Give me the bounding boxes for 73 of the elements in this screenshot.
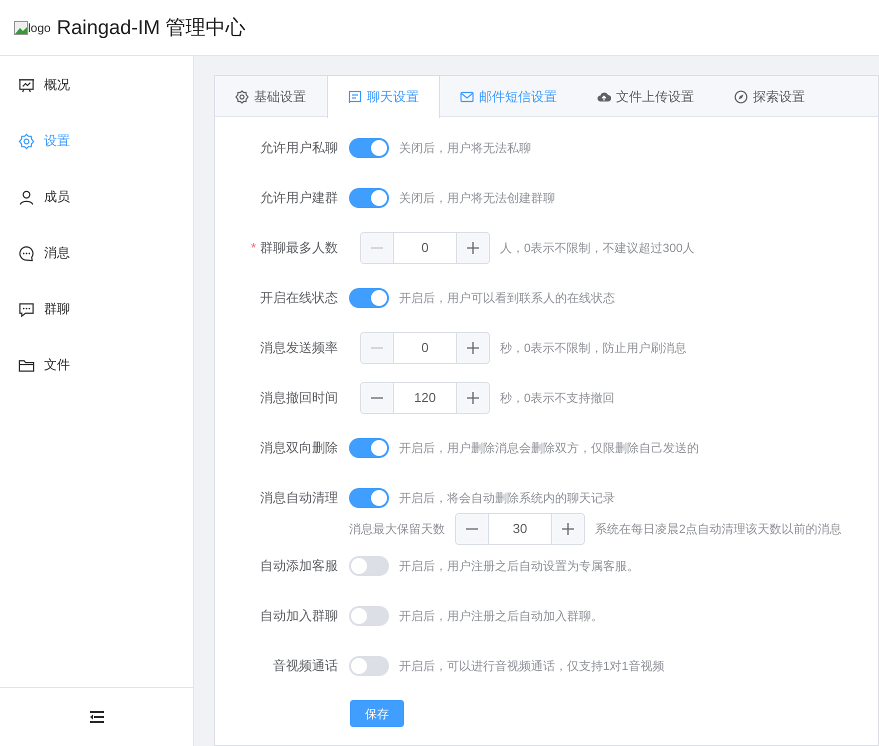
- number-stepper[interactable]: 0: [360, 232, 490, 264]
- plus-icon: [467, 342, 479, 354]
- mail-icon: [460, 90, 474, 104]
- minus-icon: [371, 397, 383, 399]
- minus-icon: [466, 528, 478, 530]
- minus-button[interactable]: [361, 383, 394, 413]
- field-label: 允许用户私聊: [260, 139, 338, 158]
- sidebar-item[interactable]: 群聊: [0, 281, 193, 337]
- number-stepper[interactable]: 120: [360, 382, 490, 414]
- number-stepper[interactable]: 30: [455, 513, 585, 545]
- message-box-icon: [18, 300, 35, 318]
- logo-alt-text: logo: [28, 20, 51, 36]
- hint-text: 开启后，可以进行音视频通话，仅支持1对1音视频: [399, 658, 664, 675]
- plus-icon: [562, 523, 574, 535]
- hint-text: 开启后，将会自动删除系统内的聊天记录: [399, 490, 615, 507]
- toggle-switch[interactable]: [349, 138, 389, 158]
- hint-text: 开启后，用户注册之后自动设置为专属客服。: [399, 558, 639, 575]
- field-label: 允许用户建群: [260, 189, 338, 208]
- sidebar-item[interactable]: 成员: [0, 169, 193, 225]
- chat-bubble-icon: [18, 244, 35, 262]
- hint-text: 秒，0表示不限制，防止用户刷消息: [500, 340, 687, 357]
- plus-icon: [467, 242, 479, 254]
- message-icon: [348, 90, 362, 104]
- toggle-switch[interactable]: [349, 556, 389, 576]
- hint-text: 系统在每日凌晨2点自动清理该天数以前的消息: [595, 521, 842, 538]
- minus-icon: [371, 347, 383, 349]
- settings-icon: [18, 132, 35, 150]
- field-label: 消息双向删除: [260, 439, 338, 458]
- field-label: 消息最大保留天数: [349, 521, 445, 538]
- compass-icon: [734, 90, 748, 104]
- field-label: 消息发送频率: [260, 339, 338, 358]
- minus-icon: [371, 247, 383, 249]
- toggle-switch[interactable]: [349, 288, 389, 308]
- plus-button[interactable]: [551, 514, 584, 544]
- sidebar-item[interactable]: 消息: [0, 225, 193, 281]
- hint-text: 秒，0表示不支持撤回: [500, 390, 615, 407]
- tab[interactable]: 基础设置: [215, 76, 327, 117]
- broken-image-icon: [14, 20, 28, 34]
- field-label: 开启在线状态: [260, 289, 338, 308]
- hint-text: 开启后，用户可以看到联系人的在线状态: [399, 290, 615, 307]
- settings-icon: [235, 90, 249, 104]
- number-stepper[interactable]: 0: [360, 332, 490, 364]
- hint-text: 开启后，用户注册之后自动加入群聊。: [399, 608, 603, 625]
- field-label: 音视频通话: [273, 657, 338, 676]
- menu-icon[interactable]: [90, 710, 104, 722]
- cloud-upload-icon: [597, 90, 611, 104]
- sidebar-item[interactable]: 概况: [0, 57, 193, 113]
- field-label: 消息自动清理: [260, 489, 338, 508]
- user-icon: [18, 188, 35, 206]
- field-label: 自动加入群聊: [260, 607, 338, 626]
- chart-board-icon: [18, 76, 35, 94]
- hint-text: 人，0表示不限制，不建议超过300人: [500, 240, 695, 257]
- tab[interactable]: 探索设置: [714, 76, 825, 117]
- toggle-switch[interactable]: [349, 438, 389, 458]
- plus-button[interactable]: [456, 383, 489, 413]
- toggle-switch[interactable]: [349, 188, 389, 208]
- toggle-switch[interactable]: [349, 606, 389, 626]
- minus-button[interactable]: [456, 514, 489, 544]
- field-label: 消息撤回时间: [260, 389, 338, 408]
- field-label: 自动添加客服: [260, 557, 338, 576]
- toggle-switch[interactable]: [349, 488, 389, 508]
- field-label: 群聊最多人数: [260, 239, 338, 258]
- plus-icon: [467, 392, 479, 404]
- plus-button[interactable]: [456, 233, 489, 263]
- hint-text: 关闭后，用户将无法创建群聊: [399, 190, 555, 207]
- sidebar-item[interactable]: 文件: [0, 337, 193, 393]
- hint-text: 关闭后，用户将无法私聊: [399, 140, 531, 157]
- toggle-switch[interactable]: [349, 656, 389, 676]
- hint-text: 开启后，用户删除消息会删除双方，仅限删除自己发送的: [399, 440, 699, 457]
- required-mark: *: [250, 239, 256, 258]
- plus-button[interactable]: [456, 333, 489, 363]
- app-title: Raingad-IM 管理中心: [56, 16, 246, 40]
- tab[interactable]: 文件上传设置: [577, 76, 714, 117]
